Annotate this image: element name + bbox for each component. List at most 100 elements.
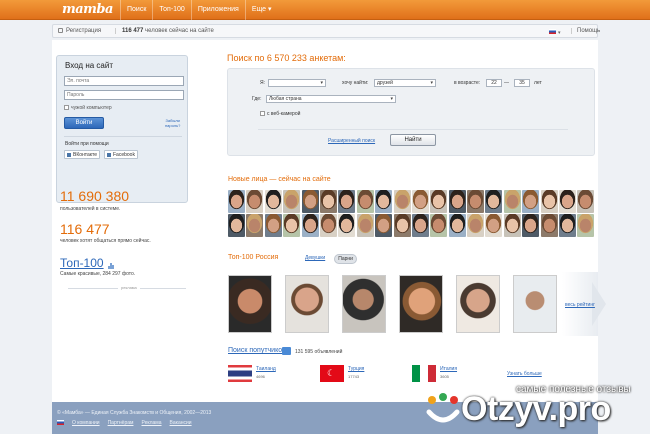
profile-thumbnail[interactable] [338,190,356,213]
profile-thumbnail[interactable] [356,190,374,213]
profile-thumbnail[interactable] [264,214,282,237]
footer-link-jobs[interactable]: Вакансии [170,420,192,426]
profile-thumbnail[interactable] [467,214,485,237]
profile-thumbnail[interactable] [430,190,448,213]
see-all-rating-link[interactable]: весь рейтинг [565,302,595,308]
extended-search-link[interactable]: Расширенный поиск [328,138,375,144]
tab-girls[interactable]: Девушки [302,254,328,264]
top-profile-photo[interactable] [228,275,272,333]
footer-links: О компании Партнёрам Реклама Вакансии [57,420,192,426]
top100-link[interactable]: Топ-100 [60,256,104,270]
profile-thumbnail[interactable] [375,190,393,213]
online-counter: 116 477 человек сейчас на сайте [115,28,214,34]
want-select[interactable]: друзей [374,79,436,87]
profile-thumbnail[interactable] [393,190,411,213]
country-select[interactable]: Любая страна [266,95,396,103]
italy-flag-icon [412,365,436,382]
profile-thumbnail[interactable] [301,214,319,237]
profile-thumbnail[interactable] [319,190,337,213]
foreign-computer-checkbox[interactable]: чужой компьютер [64,105,112,111]
profile-thumbnail[interactable] [283,190,301,213]
top100-photos [228,275,557,333]
age-from-input[interactable]: 22 [486,79,502,87]
profile-thumbnail[interactable] [228,190,245,213]
profile-thumbnail[interactable] [503,214,521,237]
tab-boys[interactable]: Парни [334,254,357,264]
profile-thumbnail[interactable] [301,190,319,213]
destination-name[interactable]: Таиланд [256,366,276,372]
profile-thumbnail[interactable] [283,214,301,237]
age-to-input[interactable]: 35 [514,79,530,87]
learn-more-link[interactable]: Узнать больше [507,371,542,377]
profile-thumbnail[interactable] [356,214,374,237]
profile-thumbnail[interactable] [540,214,558,237]
email-field[interactable] [64,76,184,86]
profile-thumbnail[interactable] [319,214,337,237]
top-profile-photo[interactable] [399,275,443,333]
nav-top100[interactable]: Топ-100 [152,0,190,20]
chevron-down-icon[interactable]: ▾ [558,30,561,36]
forgot-password-link[interactable]: Забыли пароль? [165,118,180,128]
russia-flag-icon[interactable] [57,420,64,425]
footer-link-about[interactable]: О компании [72,420,100,426]
profile-thumbnail[interactable] [264,190,282,213]
profile-thumbnail[interactable] [411,214,429,237]
gender-select[interactable] [268,79,326,87]
vk-icon [67,152,71,157]
new-faces-grid [228,190,596,237]
online-text: человек сейчас на сайте [145,28,214,34]
webcam-checkbox[interactable]: с веб-камерой [260,111,300,117]
profile-thumbnail[interactable] [393,214,411,237]
top-profile-photo[interactable] [456,275,500,333]
find-button[interactable]: Найти [390,134,436,146]
profile-thumbnail[interactable] [448,190,466,213]
profile-thumbnail[interactable] [577,190,595,213]
profile-thumbnail[interactable] [577,214,595,237]
destination-name[interactable]: Турция [348,366,364,372]
nav-more[interactable]: Еще ▾ [244,0,278,20]
profile-thumbnail[interactable] [246,190,264,213]
profile-thumbnail[interactable] [375,214,393,237]
divider [258,129,568,130]
profile-thumbnail[interactable] [448,214,466,237]
profile-thumbnail[interactable] [485,214,503,237]
otzyv-watermark: Otzyv.pro [421,388,650,434]
login-button[interactable]: Войти [64,117,104,129]
vk-login-button[interactable]: ВКонтакте [64,150,101,159]
profile-thumbnail[interactable] [503,190,521,213]
search-title: Поиск по 6 570 233 анкетам: [227,53,346,63]
profile-thumbnail[interactable] [228,214,245,237]
mamba-logo[interactable]: mamba [62,2,113,17]
profile-thumbnail[interactable] [540,190,558,213]
profile-thumbnail[interactable] [559,190,577,213]
thailand-flag-icon [228,365,252,382]
profile-thumbnail[interactable] [522,214,540,237]
nav-apps[interactable]: Приложения [190,0,245,20]
top-navbar: mamba Поиск Топ-100 Приложения Еще ▾ [0,0,650,20]
destination-name[interactable]: Италия [440,366,457,372]
profile-thumbnail[interactable] [338,214,356,237]
travel-search-link[interactable]: Поиск попутчиков [228,347,286,354]
russia-flag-icon[interactable] [549,29,556,34]
top-profile-photo[interactable] [285,275,329,333]
profile-thumbnail[interactable] [411,190,429,213]
profile-thumbnail[interactable] [246,214,264,237]
users-count: 11 690 380 [60,188,130,204]
facebook-login-button[interactable]: Facebook [104,150,138,159]
new-faces-title: Новые лица — сейчас на сайте [228,176,331,183]
help-link[interactable]: Помощь [571,28,600,34]
profile-thumbnail[interactable] [485,190,503,213]
profile-thumbnail[interactable] [522,190,540,213]
profile-thumbnail[interactable] [467,190,485,213]
forgot-line-2: пароль? [165,123,181,128]
vk-label: ВКонтакте [73,152,98,158]
top-profile-photo[interactable] [342,275,386,333]
footer-link-partners[interactable]: Партнёрам [108,420,134,426]
footer-link-ads[interactable]: Реклама [141,420,161,426]
profile-thumbnail[interactable] [430,214,448,237]
password-field[interactable] [64,90,184,100]
nav-search[interactable]: Поиск [120,0,152,20]
profile-thumbnail[interactable] [559,214,577,237]
top-profile-photo[interactable] [513,275,557,333]
register-link[interactable]: Регистрация [58,28,101,34]
